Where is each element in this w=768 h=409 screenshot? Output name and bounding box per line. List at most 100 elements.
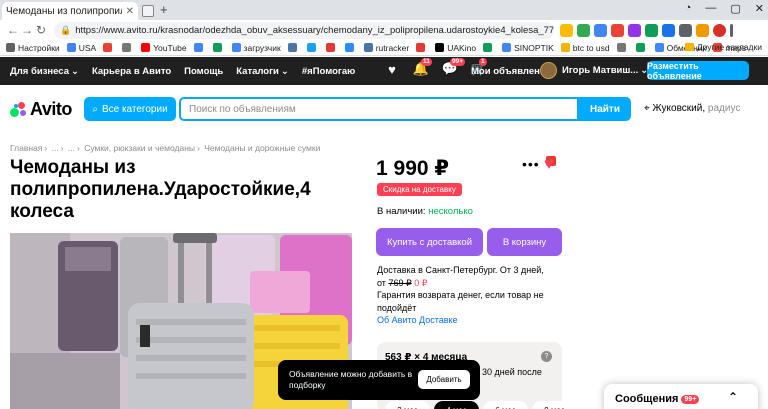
- avito-logo[interactable]: Avito: [10, 99, 72, 120]
- help-question-icon[interactable]: ?: [541, 351, 552, 362]
- other-bookmarks-label: Другие закладки: [696, 42, 762, 52]
- delivery-price-line: от 769 ₽ 0 ₽: [377, 277, 567, 290]
- term-chip[interactable]: 6 мес: [483, 401, 528, 409]
- term-chip[interactable]: 9 мес: [532, 401, 577, 409]
- browser-tab[interactable]: Чемоданы из полипропилена.Уд ✕: [2, 2, 556, 166]
- second-tab-icon[interactable]: [142, 5, 154, 17]
- bookmark-item[interactable]: [306, 43, 319, 52]
- bookmark-item[interactable]: UAKino: [435, 43, 476, 53]
- breadcrumb-item[interactable]: ...: [68, 143, 75, 153]
- messages-badge: 99+: [450, 58, 466, 66]
- new-tab-icon[interactable]: +: [160, 2, 168, 17]
- menu-dots-icon[interactable]: [730, 23, 733, 37]
- bookmark-item[interactable]: USA: [66, 42, 97, 53]
- search-button[interactable]: Найти: [579, 97, 631, 121]
- delivery-old-price: 769 ₽: [388, 277, 412, 288]
- messages-dock[interactable]: Сообщения 99+ ⌃: [604, 384, 758, 409]
- breadcrumb-bags[interactable]: Сумки, рюкзаки и чемоданы: [84, 143, 195, 153]
- breadcrumb-item[interactable]: ...: [52, 143, 59, 153]
- close-window-icon[interactable]: ✕: [755, 2, 764, 15]
- bookmark-item[interactable]: [103, 43, 115, 52]
- address-bar-row: ← → ↻ 🔒 https://www.avito.ru/krasnodar/o…: [0, 20, 768, 40]
- bookmark-favicon-icon: [616, 43, 626, 52]
- more-options-icon[interactable]: •••: [522, 156, 540, 172]
- star-icon[interactable]: [560, 23, 573, 37]
- availability-label: В наличии:: [377, 206, 426, 217]
- bookmark-favicon-icon: [66, 43, 76, 52]
- nav-ya-pomogayu[interactable]: #яПомогаю: [302, 66, 355, 77]
- post-ad-button[interactable]: Разместить объявление: [647, 61, 749, 81]
- bookmark-favicon-icon: [363, 43, 373, 52]
- bookmark-item[interactable]: SINOPTIK: [502, 43, 554, 53]
- bookmarks-bar: Настройки USA YouTube загрузчик rutracker UAK…: [0, 40, 768, 56]
- messages-chat-icon[interactable]: 💬 99+: [442, 58, 466, 77]
- all-categories-button[interactable]: ⌕ Все категории: [84, 97, 176, 121]
- bookmark-item[interactable]: [122, 43, 134, 52]
- bookmark-item[interactable]: [483, 43, 495, 52]
- chevron-up-icon[interactable]: ⌃: [728, 390, 738, 404]
- bookmark-item[interactable]: [193, 43, 206, 52]
- extension-icon[interactable]: [577, 23, 590, 37]
- bookmark-item[interactable]: [212, 43, 225, 52]
- favorites-heart-icon[interactable]: ♥: [384, 61, 400, 77]
- bookmark-item[interactable]: [635, 43, 648, 52]
- favorite-heart-icon[interactable]: ♥: [544, 154, 554, 174]
- reload-icon[interactable]: ↻: [34, 23, 48, 37]
- close-tab-icon[interactable]: ✕: [126, 6, 134, 17]
- search-input[interactable]: Поиск по объявлениям: [179, 97, 579, 121]
- extension-icon[interactable]: [696, 23, 709, 37]
- user-name: Игорь Матвиш...: [562, 65, 639, 76]
- bookmark-item[interactable]: [325, 43, 338, 52]
- maximize-icon[interactable]: ▢: [730, 2, 740, 15]
- buy-with-delivery-button[interactable]: Купить с доставкой: [376, 228, 483, 256]
- bookmark-label: USA: [78, 42, 97, 53]
- bookmark-favicon-icon: [122, 43, 132, 52]
- window-controls: ◔ — ▢ ✕: [685, 2, 764, 15]
- term-chip[interactable]: 3 мес: [385, 401, 430, 409]
- extension-icon[interactable]: [628, 23, 641, 37]
- bookmark-item[interactable]: YouTube: [141, 43, 187, 53]
- user-profile-icon[interactable]: [713, 23, 726, 37]
- user-menu[interactable]: Игорь Матвиш... ⌄: [540, 62, 648, 79]
- breadcrumb-home[interactable]: Главная: [10, 143, 42, 153]
- availability-value: несколько: [428, 206, 473, 217]
- toast-message: Объявление можно добавить в подборку: [289, 369, 413, 390]
- bookmark-item[interactable]: Настройки: [6, 43, 60, 53]
- url-field[interactable]: 🔒 https://www.avito.ru/krasnodar/odezhda…: [54, 21, 554, 39]
- add-to-cart-button[interactable]: В корзину: [487, 228, 562, 256]
- extension-icon[interactable]: [645, 23, 658, 37]
- bookmark-item[interactable]: rutracker: [363, 43, 409, 53]
- location-selector[interactable]: ⌖ Жуковский, радиус: [644, 103, 740, 114]
- nav-help[interactable]: Помощь: [184, 66, 223, 77]
- bookmark-item[interactable]: загрузчик: [231, 43, 281, 53]
- forward-icon[interactable]: →: [20, 23, 34, 37]
- notifications-bell-icon[interactable]: 🔔 11: [413, 58, 432, 77]
- bookmark-item[interactable]: btc to usd: [560, 43, 610, 53]
- minimize-icon[interactable]: —: [705, 2, 716, 15]
- bookmark-item[interactable]: [344, 43, 357, 52]
- nav-catalogs[interactable]: Каталоги: [236, 66, 279, 77]
- add-to-collection-button[interactable]: Добавить: [418, 370, 470, 389]
- tab-title: Чемоданы из полипропилена.Уд: [6, 5, 122, 17]
- extension-icon[interactable]: [679, 23, 692, 37]
- term-chip-selected[interactable]: 4 мес: [434, 401, 479, 409]
- breadcrumb-suitcases[interactable]: Чемоданы и дорожные сумки: [204, 143, 320, 153]
- extension-icon[interactable]: [662, 23, 675, 37]
- nav-career[interactable]: Карьера в Авито: [92, 66, 171, 77]
- profile-icon[interactable]: ◔: [685, 2, 692, 15]
- nav-for-business[interactable]: Для бизнеса: [10, 66, 69, 77]
- bookmark-item[interactable]: [416, 43, 428, 52]
- other-bookmarks[interactable]: Другие закладки: [684, 42, 762, 52]
- search-icon: ⌕: [92, 103, 98, 115]
- extension-icon[interactable]: [611, 23, 624, 37]
- about-delivery-link[interactable]: Об Авито Доставке: [377, 314, 567, 327]
- bookmark-label: UAKino: [447, 42, 477, 53]
- bookmark-item[interactable]: [287, 43, 300, 52]
- all-categories-label: Все категории: [101, 103, 168, 115]
- back-icon[interactable]: ←: [6, 23, 20, 37]
- listing-title: Чемоданы из полипропилена.Ударостойкие,4…: [10, 157, 311, 222]
- extension-icon[interactable]: [594, 23, 607, 37]
- bookmark-item[interactable]: [616, 43, 629, 52]
- chevron-down-icon: ⌄: [71, 65, 79, 77]
- breadcrumb: Главная › ... › ... › Сумки, рюкзаки и чемо…: [10, 143, 321, 153]
